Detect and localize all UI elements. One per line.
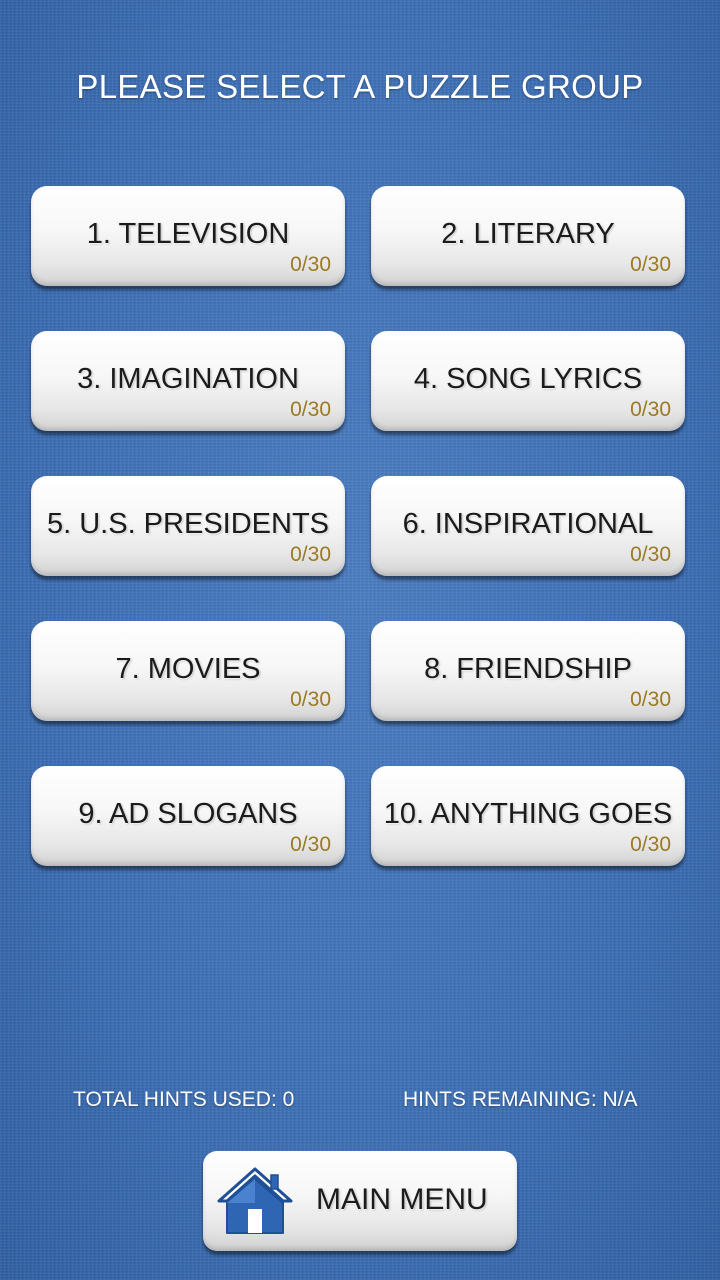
main-menu-button[interactable]: MAIN MENU	[203, 1151, 517, 1251]
group-progress: 0/30	[290, 833, 331, 856]
group-button-song-lyrics[interactable]: 4. SONG LYRICS 0/30	[371, 331, 685, 431]
group-button-inspirational[interactable]: 6. INSPIRATIONAL 0/30	[371, 476, 685, 576]
group-button-us-presidents[interactable]: 5. U.S. PRESIDENTS 0/30	[31, 476, 345, 576]
group-label: 2. LITERARY	[441, 218, 615, 250]
group-progress: 0/30	[630, 253, 671, 276]
group-progress: 0/30	[290, 688, 331, 711]
group-progress: 0/30	[630, 833, 671, 856]
group-progress: 0/30	[290, 543, 331, 566]
group-label: 9. AD SLOGANS	[78, 798, 298, 830]
group-label: 8. FRIENDSHIP	[424, 653, 632, 685]
group-button-friendship[interactable]: 8. FRIENDSHIP 0/30	[371, 621, 685, 721]
hints-remaining: HINTS REMAINING: N/A	[403, 1088, 638, 1111]
group-label: 6. INSPIRATIONAL	[402, 508, 654, 540]
home-icon	[217, 1167, 293, 1234]
total-hints-used: TOTAL HINTS USED: 0	[73, 1088, 295, 1111]
group-button-movies[interactable]: 7. MOVIES 0/30	[31, 621, 345, 721]
group-progress: 0/30	[630, 688, 671, 711]
group-label: 10. ANYTHING GOES	[383, 798, 673, 830]
group-label: 3. IMAGINATION	[77, 363, 299, 395]
group-label: 1. TELEVISION	[86, 218, 290, 250]
group-button-ad-slogans[interactable]: 9. AD SLOGANS 0/30	[31, 766, 345, 866]
group-label: 5. U.S. PRESIDENTS	[46, 508, 329, 540]
group-button-anything-goes[interactable]: 10. ANYTHING GOES 0/30	[371, 766, 685, 866]
group-progress: 0/30	[290, 398, 331, 421]
group-button-television[interactable]: 1. TELEVISION 0/30	[31, 186, 345, 286]
group-button-literary[interactable]: 2. LITERARY 0/30	[371, 186, 685, 286]
group-progress: 0/30	[290, 253, 331, 276]
group-progress: 0/30	[630, 398, 671, 421]
main-menu-label: MAIN MENU	[316, 1183, 488, 1216]
group-label: 4. SONG LYRICS	[413, 363, 643, 395]
page-title: PLEASE SELECT A PUZZLE GROUP	[76, 68, 644, 105]
group-button-imagination[interactable]: 3. IMAGINATION 0/30	[31, 331, 345, 431]
group-progress: 0/30	[630, 543, 671, 566]
group-label: 7. MOVIES	[115, 653, 261, 685]
